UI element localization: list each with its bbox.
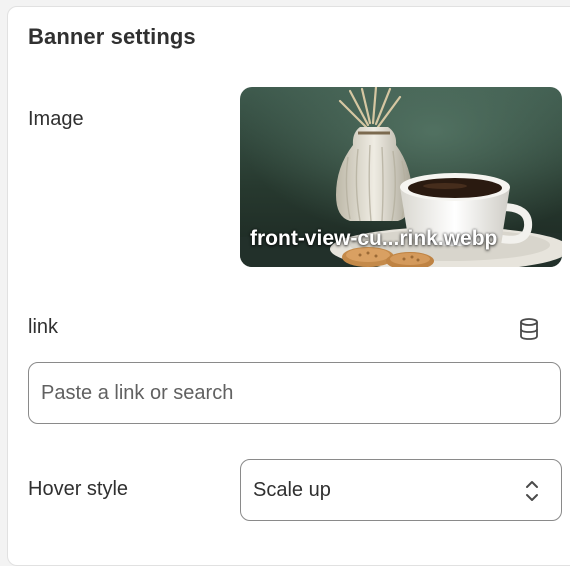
image-filename: front-view-cu...rink.webp — [250, 227, 498, 250]
hover-style-value: Scale up — [253, 479, 331, 501]
section-title: Banner settings — [28, 24, 196, 49]
link-search-input[interactable] — [28, 362, 561, 424]
image-picker[interactable]: front-view-cu...rink.webp — [240, 87, 562, 267]
hover-style-label: Hover style — [28, 478, 129, 500]
chevron-up-down-icon — [526, 481, 538, 501]
image-label: Image — [28, 108, 84, 130]
hover-style-select[interactable]: Scale up — [240, 459, 562, 521]
link-label: link — [28, 316, 59, 338]
database-icon[interactable] — [517, 317, 541, 341]
